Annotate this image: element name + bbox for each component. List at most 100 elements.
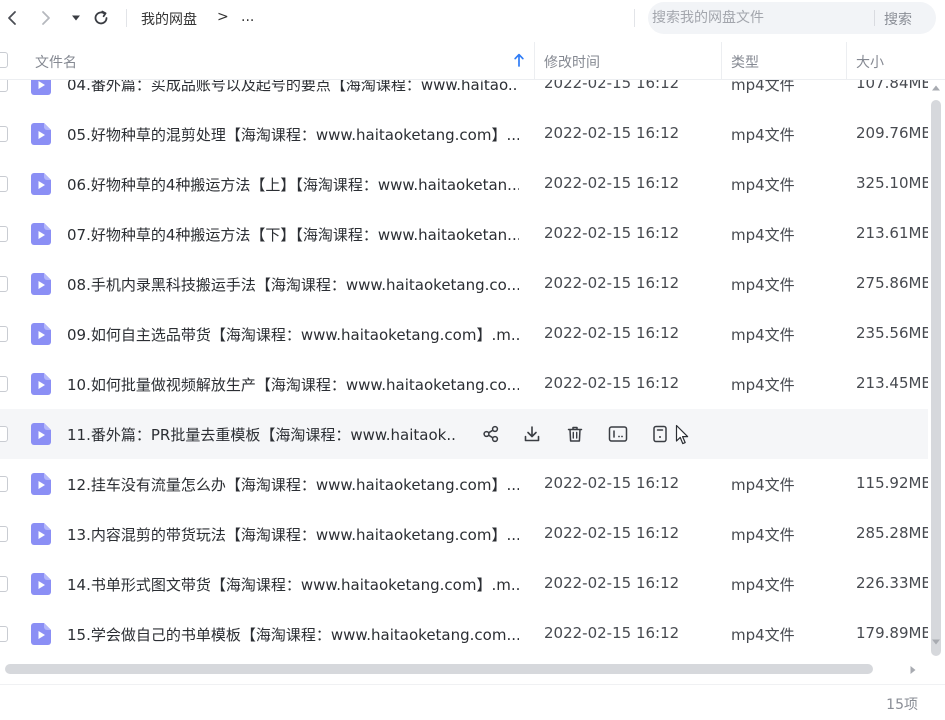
column-header-name[interactable]: 文件名 xyxy=(35,52,77,72)
scroll-up-icon[interactable] xyxy=(931,84,941,92)
more-button[interactable] xyxy=(649,423,671,445)
row-checkbox[interactable] xyxy=(0,80,8,92)
file-type: mp4文件 xyxy=(731,376,795,394)
video-file-icon xyxy=(31,323,51,345)
file-modified-time: 2022-02-15 16:12 xyxy=(544,174,680,192)
file-name[interactable]: 15.学会做自己的书单模板【海淘课程：www.haitaoketang.com.… xyxy=(67,624,519,645)
file-row[interactable]: 12.挂车没有流量怎么办【海淘课程：www.haitaoketang.com】.… xyxy=(0,459,928,509)
file-name[interactable]: 13.内容混剪的带货玩法【海淘课程：www.haitaoketang.com】.… xyxy=(67,524,519,545)
file-type: mp4文件 xyxy=(731,126,795,144)
video-file-icon xyxy=(31,423,51,445)
file-name[interactable]: 11.番外篇：PR批量去重模板【海淘课程：www.haitaok... xyxy=(67,424,455,445)
video-file-icon xyxy=(31,173,51,195)
row-checkbox[interactable] xyxy=(0,176,8,192)
video-file-icon xyxy=(31,80,51,95)
row-checkbox[interactable] xyxy=(0,276,8,292)
select-all-checkbox[interactable] xyxy=(0,52,8,68)
column-divider[interactable] xyxy=(721,42,722,79)
file-size: 285.28MB xyxy=(856,524,928,542)
horizontal-scrollbar[interactable] xyxy=(0,660,928,678)
file-size: 226.33MB xyxy=(856,574,928,592)
share-button[interactable] xyxy=(480,423,502,445)
file-type: mp4文件 xyxy=(731,226,795,244)
row-checkbox[interactable] xyxy=(0,426,8,442)
row-checkbox[interactable] xyxy=(0,226,8,242)
row-checkbox[interactable] xyxy=(0,126,8,142)
file-type: mp4文件 xyxy=(731,326,795,344)
file-name[interactable]: 06.好物种草的4种搬运方法【上】【海淘课程：www.haitaoketan..… xyxy=(67,174,519,195)
file-name[interactable]: 14.书单形式图文带货【海淘课程：www.haitaoketang.com】.m… xyxy=(67,574,519,595)
file-size: 209.76MB xyxy=(856,124,928,142)
download-icon xyxy=(524,426,540,442)
video-file-icon xyxy=(31,523,51,545)
file-name[interactable]: 10.如何批量做视频解放生产【海淘课程：www.haitaoketang.co.… xyxy=(67,374,519,395)
search-button[interactable]: 搜索 xyxy=(884,9,912,29)
row-checkbox[interactable] xyxy=(0,526,8,542)
breadcrumb-root[interactable]: 我的网盘 xyxy=(141,9,197,29)
vertical-scroll-thumb[interactable] xyxy=(931,100,941,656)
file-name[interactable]: 04.番外篇：买成品账号以及起号的要点【海淘课程：www.haitao... xyxy=(67,80,519,95)
file-row[interactable]: 07.好物种草的4种搬运方法【下】【海淘课程：www.haitaoketan..… xyxy=(0,209,928,259)
item-count: 15项 xyxy=(886,697,918,713)
file-type: mp4文件 xyxy=(731,526,795,544)
file-size: 179.89MB xyxy=(856,624,928,642)
file-row[interactable]: 04.番外篇：买成品账号以及起号的要点【海淘课程：www.haitao... 2… xyxy=(0,80,928,109)
back-button[interactable] xyxy=(0,6,24,30)
file-row[interactable]: 15.学会做自己的书单模板【海淘课程：www.haitaoketang.com.… xyxy=(0,609,928,658)
file-modified-time: 2022-02-15 16:12 xyxy=(544,574,680,592)
refresh-icon xyxy=(94,10,108,25)
file-row[interactable]: 14.书单形式图文带货【海淘课程：www.haitaoketang.com】.m… xyxy=(0,559,928,609)
column-header-size[interactable]: 大小 xyxy=(856,52,884,72)
file-size: 275.86MB xyxy=(856,274,928,292)
vertical-scrollbar[interactable] xyxy=(928,80,945,658)
scroll-right-icon[interactable] xyxy=(909,665,917,675)
file-row[interactable]: 05.好物种草的混剪处理【海淘课程：www.haitaoketang.com】.… xyxy=(0,109,928,159)
column-divider[interactable] xyxy=(534,42,535,79)
column-header-modified[interactable]: 修改时间 xyxy=(544,52,600,72)
column-header-type[interactable]: 类型 xyxy=(731,52,759,72)
refresh-button[interactable] xyxy=(89,6,113,30)
video-file-icon xyxy=(31,473,51,495)
file-size: 325.10MB xyxy=(856,174,928,192)
scroll-down-icon[interactable] xyxy=(931,638,941,646)
history-dropdown-button[interactable] xyxy=(64,6,88,30)
file-modified-time: 2022-02-15 16:12 xyxy=(544,374,680,392)
share-icon xyxy=(483,425,499,443)
search-box: 搜索 xyxy=(648,2,936,34)
row-checkbox[interactable] xyxy=(0,376,8,392)
file-name[interactable]: 08.手机内录黑科技搬运手法【海淘课程：www.haitaoketang.co.… xyxy=(67,274,519,295)
file-size: 235.56MB xyxy=(856,324,928,342)
breadcrumb-more[interactable]: ... xyxy=(241,9,254,25)
row-checkbox[interactable] xyxy=(0,576,8,592)
file-row[interactable]: 08.手机内录黑科技搬运手法【海淘课程：www.haitaoketang.co.… xyxy=(0,259,928,309)
file-name[interactable]: 05.好物种草的混剪处理【海淘课程：www.haitaoketang.com】.… xyxy=(67,124,519,145)
file-type: mp4文件 xyxy=(731,576,795,594)
file-row[interactable]: 13.内容混剪的带货玩法【海淘课程：www.haitaoketang.com】.… xyxy=(0,509,928,559)
forward-button[interactable] xyxy=(34,6,58,30)
file-name[interactable]: 12.挂车没有流量怎么办【海淘课程：www.haitaoketang.com】.… xyxy=(67,474,519,495)
file-row[interactable]: 09.如何自主选品带货【海淘课程：www.haitaoketang.com】.m… xyxy=(0,309,928,359)
file-row[interactable]: 10.如何批量做视频解放生产【海淘课程：www.haitaoketang.co.… xyxy=(0,359,928,409)
row-checkbox[interactable] xyxy=(0,476,8,492)
file-modified-time: 2022-02-15 16:12 xyxy=(544,124,680,142)
file-name[interactable]: 07.好物种草的4种搬运方法【下】【海淘课程：www.haitaoketan..… xyxy=(67,224,519,245)
search-input[interactable] xyxy=(652,2,870,34)
rename-icon xyxy=(608,426,628,442)
video-file-icon xyxy=(31,123,51,145)
row-checkbox[interactable] xyxy=(0,626,8,642)
toolbar-divider xyxy=(126,9,127,27)
file-size: 107.84MB xyxy=(856,80,928,92)
file-modified-time: 2022-02-15 16:12 xyxy=(544,474,680,492)
file-row-hovered[interactable]: 11.番外篇：PR批量去重模板【海淘课程：www.haitaok... xyxy=(0,409,928,459)
horizontal-scroll-thumb[interactable] xyxy=(5,664,873,674)
delete-button[interactable] xyxy=(564,423,586,445)
arrow-up-icon[interactable] xyxy=(514,53,524,67)
file-row[interactable]: 06.好物种草的4种搬运方法【上】【海淘课程：www.haitaoketan..… xyxy=(0,159,928,209)
column-divider[interactable] xyxy=(846,42,847,79)
file-name[interactable]: 09.如何自主选品带货【海淘课程：www.haitaoketang.com】.m… xyxy=(67,324,519,345)
rename-button[interactable] xyxy=(607,423,629,445)
download-button[interactable] xyxy=(521,423,543,445)
row-checkbox[interactable] xyxy=(0,326,8,342)
chevron-right-icon xyxy=(42,11,50,25)
table-header: 文件名 修改时间 类型 大小 xyxy=(0,42,945,80)
